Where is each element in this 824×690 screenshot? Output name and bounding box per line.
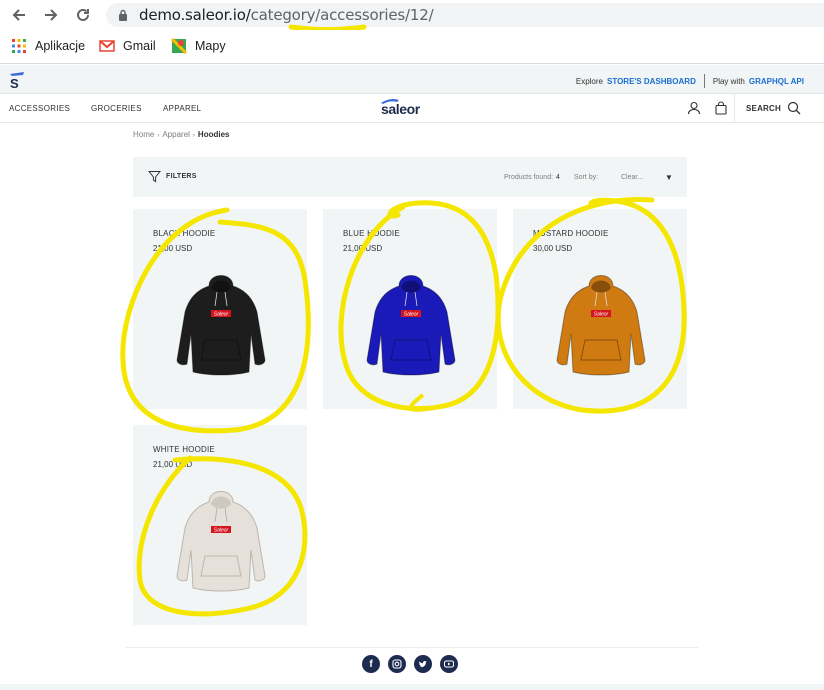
url-path-id: /12/ (405, 6, 434, 24)
reload-button[interactable] (72, 4, 94, 26)
youtube-icon[interactable] (440, 655, 458, 673)
browser-toolbar: demo.saleor.io/category/accessories/12/ (0, 0, 824, 30)
breadcrumb-separator: › (157, 133, 160, 139)
footer-strip (0, 684, 824, 690)
product-price: 21,00 USD (153, 244, 193, 253)
instagram-icon[interactable] (388, 655, 406, 673)
svg-text:S: S (10, 76, 19, 90)
hoodie-logo-text: Saleor (214, 528, 229, 534)
product-card-blue-hoodie[interactable]: BLUE HOODIE 21,00 USD Saleor (323, 209, 497, 409)
product-name: BLACK HOODIE (153, 229, 216, 238)
youtube-glyph-icon (444, 660, 454, 668)
product-card-white-hoodie[interactable]: WHITE HOODIE 21,00 USD Saleor (133, 425, 307, 625)
user-icon[interactable] (687, 101, 701, 115)
product-price: 21,00 USD (343, 244, 383, 253)
products-found-label: Products found: (504, 174, 554, 181)
bookmark-apps[interactable]: Aplikacje (11, 38, 85, 54)
url-host: demo.saleor.io/ (139, 6, 251, 24)
hoodie-image: Saleor (176, 491, 266, 592)
breadcrumb-current: Hoodies (197, 130, 230, 139)
promo-links: Explore STORE'S DASHBOARD Play with GRAP… (576, 74, 804, 88)
footer-divider (126, 647, 698, 648)
cart-icon[interactable] (714, 101, 728, 115)
promo-bar: S Explore STORE'S DASHBOARD Play with GR… (0, 65, 824, 94)
bookmark-maps[interactable]: Mapy (171, 38, 226, 54)
forward-arrow-icon (45, 9, 58, 21)
hoodie-logo-text: Saleor (594, 312, 609, 318)
gmail-icon (99, 40, 115, 52)
address-bar[interactable]: demo.saleor.io/category/accessories/12/ (106, 3, 824, 27)
back-button[interactable] (8, 4, 30, 26)
saleor-mini-logo-icon[interactable]: S (8, 70, 26, 90)
bookmark-label: Aplikacje (35, 39, 86, 53)
url-text: demo.saleor.io/category/accessories/12/ (139, 6, 434, 24)
filters-button[interactable]: FILTERS (148, 170, 197, 183)
search-button[interactable]: SEARCH (734, 94, 824, 122)
brand-logo[interactable]: saleor (381, 101, 420, 117)
sort-select[interactable]: Clear... (621, 174, 643, 181)
instagram-glyph-icon (392, 659, 402, 669)
lock-icon (119, 9, 127, 21)
maps-icon (171, 38, 187, 54)
main-navigation: ACCESSORIES GROCERIES APPAREL saleor SEA… (0, 94, 824, 123)
funnel-icon (148, 171, 161, 183)
product-card-black-hoodie[interactable]: BLACK HOODIE 21,00 USD Saleor (133, 209, 307, 409)
product-name: MUSTARD HOODIE (533, 229, 609, 238)
hoodie-image: Saleor (556, 275, 646, 376)
filter-bar: FILTERS Products found: 4 Sort by: Clear.… (133, 157, 687, 197)
product-price: 21,00 USD (153, 460, 193, 469)
products-found-count: 4 (556, 174, 560, 181)
nav-item-apparel[interactable]: APPAREL (163, 104, 201, 113)
facebook-icon[interactable]: f (362, 655, 380, 673)
breadcrumb-separator: › (192, 133, 195, 139)
divider (703, 74, 705, 88)
nav-item-groceries[interactable]: GROCERIES (91, 104, 142, 113)
breadcrumb: Home › Apparel › Hoodies (133, 130, 229, 139)
forward-button[interactable] (40, 4, 62, 26)
apps-grid-icon (12, 39, 26, 53)
breadcrumb-home[interactable]: Home (133, 130, 154, 139)
product-card-mustard-hoodie[interactable]: MUSTARD HOODIE 30,00 USD Saleor (513, 209, 687, 409)
search-label: SEARCH (746, 104, 781, 113)
explore-prefix: Explore (575, 76, 603, 86)
bookmarks-bar: Aplikacje Gmail Mapy (0, 30, 824, 64)
url-path-accessories: accessories (320, 6, 406, 24)
url-path-category: category/ (250, 6, 321, 24)
back-arrow-icon (12, 9, 25, 21)
filters-label: FILTERS (166, 173, 197, 180)
search-icon (787, 101, 801, 115)
sort-dropdown-icon[interactable]: ▼ (665, 173, 673, 182)
bookmark-gmail[interactable]: Gmail (99, 38, 156, 54)
bookmark-label: Gmail (123, 39, 156, 53)
bookmark-label: Mapy (195, 39, 226, 53)
product-price: 30,00 USD (533, 244, 573, 253)
product-name: BLUE HOODIE (343, 229, 400, 238)
graphql-link[interactable]: GRAPHQL API (749, 77, 804, 86)
twitter-icon[interactable] (414, 655, 432, 673)
hoodie-logo-text: Saleor (214, 312, 229, 318)
hoodie-image: Saleor (176, 275, 266, 376)
twitter-glyph-icon (419, 660, 427, 668)
product-name: WHITE HOODIE (153, 445, 215, 454)
sort-label: Sort by: (574, 174, 599, 181)
hoodie-logo-text: Saleor (404, 312, 419, 318)
hoodie-image: Saleor (366, 275, 456, 376)
products-found: Products found: 4 (504, 174, 560, 181)
dashboard-link[interactable]: STORE'S DASHBOARD (607, 77, 696, 86)
nav-item-accessories[interactable]: ACCESSORIES (9, 104, 70, 113)
breadcrumb-apparel[interactable]: Apparel (162, 130, 190, 139)
reload-icon (77, 8, 89, 21)
play-prefix: Play with (712, 76, 745, 86)
